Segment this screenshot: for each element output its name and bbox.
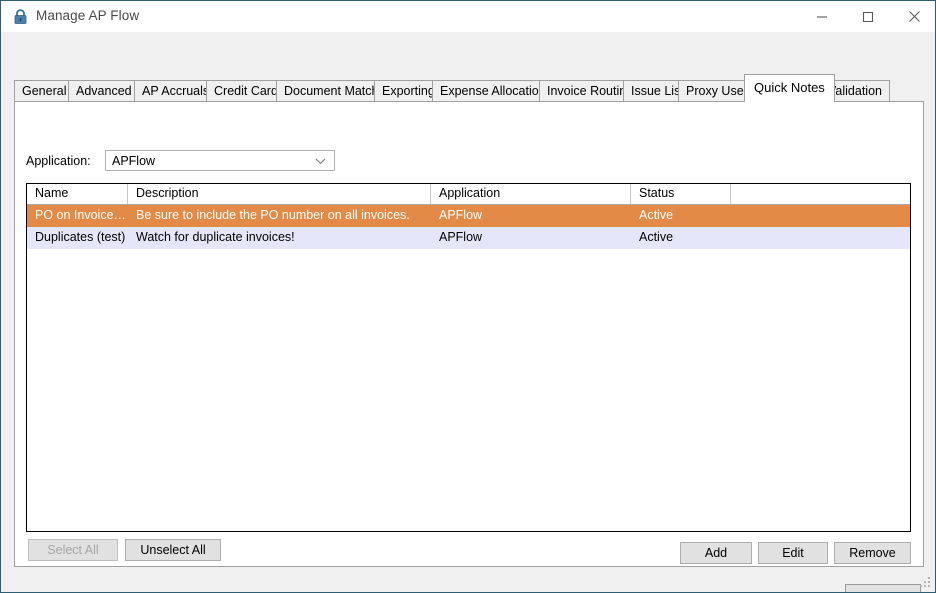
table-row[interactable]: Duplicates (test) Watch for duplicate in… [27,227,910,249]
cell-blank [731,205,910,227]
grid-header-row: Name Description Application Status [27,184,910,205]
lock-icon [12,8,29,25]
chevron-down-icon [310,151,330,170]
application-label: Application: [26,154,91,168]
tab-advanced[interactable]: Advanced [68,80,140,102]
remove-button[interactable]: Remove [834,542,911,564]
cell-name: Duplicates (test) [35,230,126,244]
cell-status: Active [639,208,674,222]
column-header-name[interactable]: Name [27,184,128,204]
column-header-application[interactable]: Application [431,184,631,204]
application-select[interactable]: APFlow [105,150,335,171]
cell-name: PO on Invoice (te... [35,208,128,222]
minimize-icon[interactable] [799,1,845,32]
maximize-icon[interactable] [845,1,891,32]
cell-description: Be sure to include the PO number on all … [136,208,410,222]
window-title: Manage AP Flow [36,8,140,23]
cell-blank [731,227,910,249]
cell-status: Active [639,230,674,244]
cell-application: APFlow [439,208,483,222]
manage-ap-flow-window: Manage AP Flow General Advanced AP Accru… [0,0,936,593]
tab-ap-accruals[interactable]: AP Accruals [134,80,218,102]
select-all-button[interactable]: Select All [28,539,118,561]
application-selected-value: APFlow [112,154,156,168]
close-icon[interactable] [891,1,935,32]
tab-document-match[interactable]: Document Match [276,80,387,102]
add-button[interactable]: Add [680,542,752,564]
resize-grip-icon[interactable] [919,576,932,589]
dialog-body: General Advanced AP Accruals Credit Card… [2,32,935,592]
cell-application: APFlow [439,230,483,244]
quick-notes-grid[interactable]: Name Description Application Status PO o… [26,183,911,532]
tab-quick-notes[interactable]: Quick Notes [744,74,835,102]
edit-button[interactable]: Edit [758,542,828,564]
column-header-blank[interactable] [731,184,910,204]
tab-strip: General Advanced AP Accruals Credit Card… [14,74,924,102]
column-header-status[interactable]: Status [631,184,731,204]
column-header-description[interactable]: Description [128,184,431,204]
ok-button[interactable]: OK [845,584,921,592]
tab-general[interactable]: General [14,80,75,102]
cell-description: Watch for duplicate invoices! [136,230,295,244]
title-bar: Manage AP Flow [1,1,935,32]
table-row[interactable]: PO on Invoice (te... Be sure to include … [27,205,910,227]
unselect-all-button[interactable]: Unselect All [125,539,221,561]
